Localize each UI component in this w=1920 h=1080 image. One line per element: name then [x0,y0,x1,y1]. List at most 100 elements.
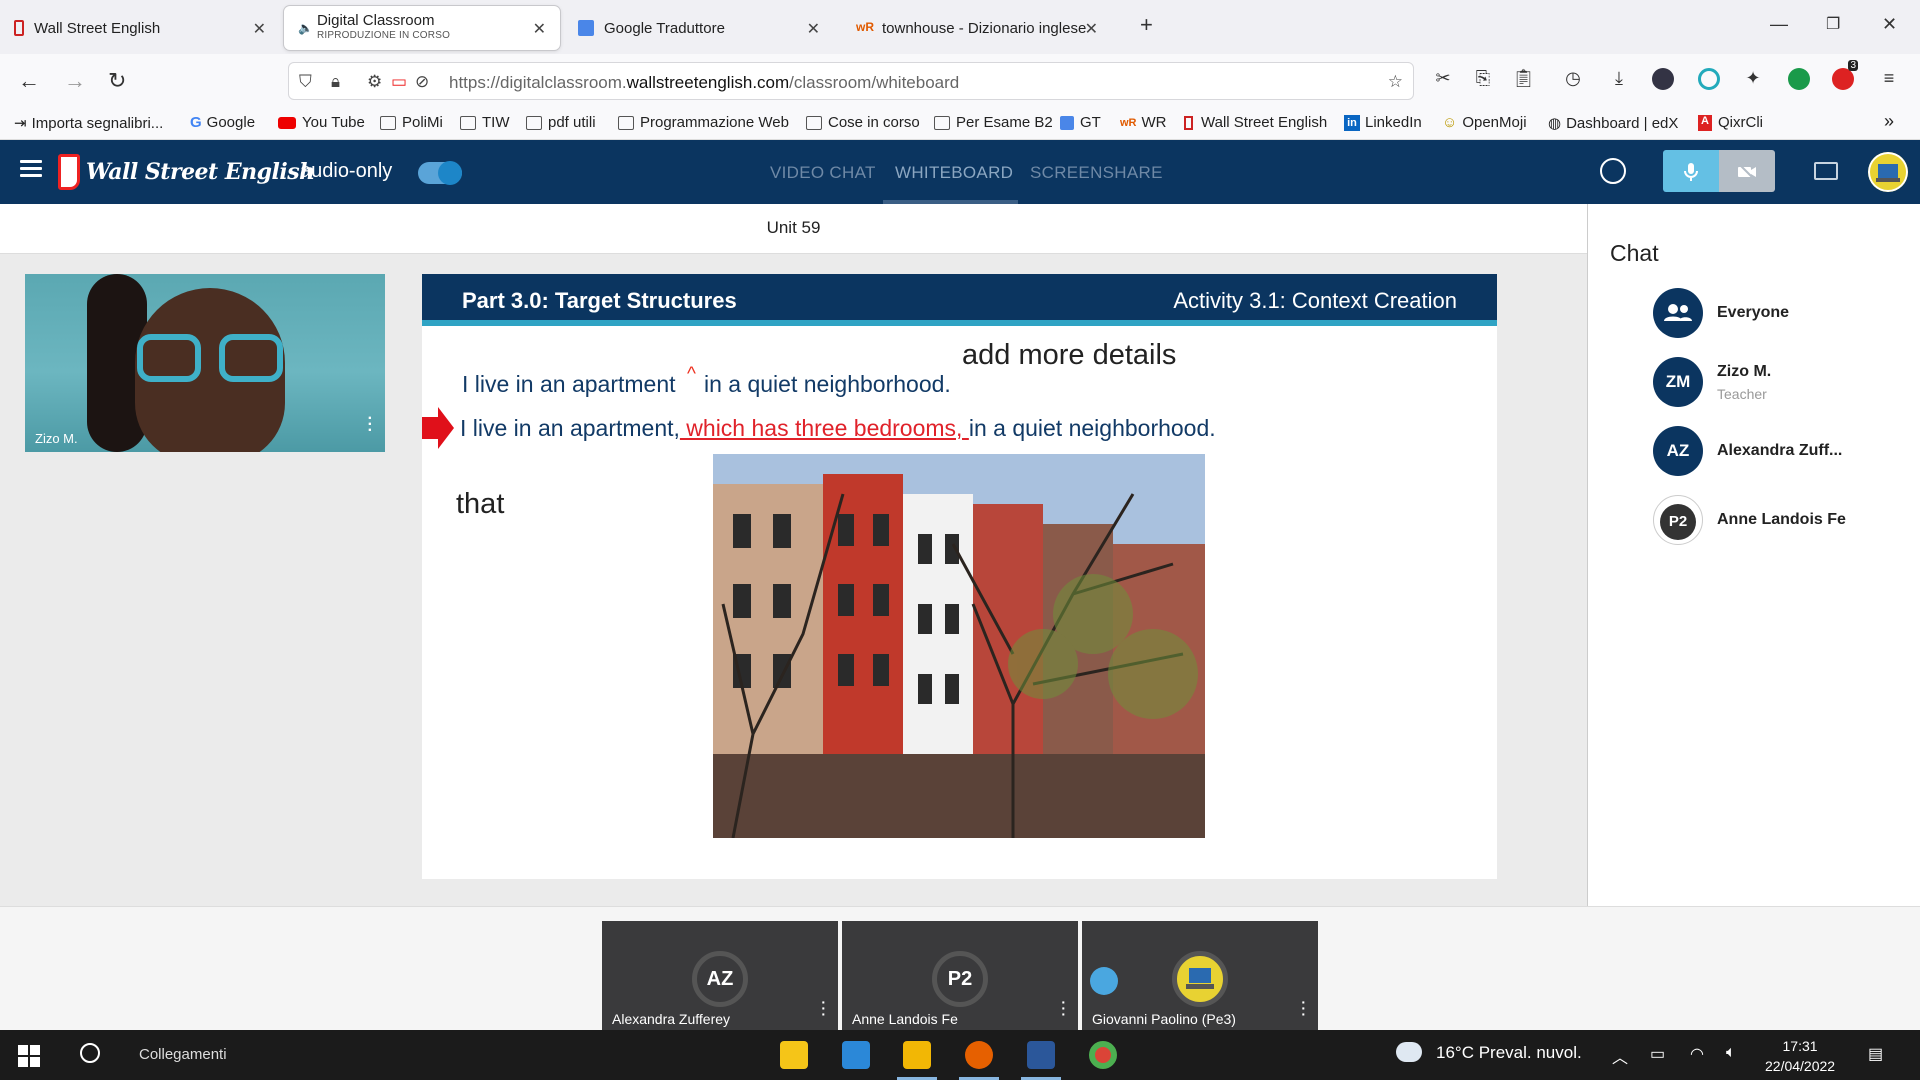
app-header: Wall Street English audio-only VIDEO CHA… [0,140,1920,204]
clipboard-icon[interactable]: 📋︎ [1512,68,1535,90]
extension-icon[interactable] [1652,68,1674,90]
wordreference-icon: wR [856,20,874,34]
chrome-icon[interactable] [1089,1041,1117,1069]
url-text[interactable]: https://digitalclassroom.wallstreetengli… [449,73,959,93]
browser-tab-strip: Wall Street English ✕ 🔈 Digital Classroo… [0,0,1920,54]
hamburger-menu-icon[interactable] [20,160,42,178]
bookmark-edx[interactable]: ◍ Dashboard | edX [1548,114,1678,133]
microphone-button[interactable] [1663,150,1719,192]
copy-icon[interactable]: ⎘ [1472,68,1494,90]
extension-ring-icon[interactable] [1698,68,1720,90]
bookmark-import[interactable]: ⇥ Importa segnalibri... [14,114,163,133]
chat-entry-teacher[interactable]: ZM Zizo M. Teacher [1653,357,1913,409]
volume-icon[interactable]: 🔈︎ [1726,1044,1736,1062]
video-options-icon[interactable]: · · · [368,411,373,439]
chat-bubble-icon[interactable] [1814,162,1838,180]
weather-text[interactable]: 16°C Preval. nuvol. [1436,1043,1582,1063]
extension-green-icon[interactable] [1788,68,1810,90]
extension-bug-icon[interactable]: ✦ [1742,68,1764,90]
app-menu-icon[interactable]: ≡ [1878,68,1900,90]
notifications-icon[interactable]: ▤ [1868,1044,1883,1064]
bookmark-star-icon[interactable]: ☆ [1388,72,1403,92]
close-window-icon[interactable]: ✕ [1882,14,1897,35]
sticky-notes-icon[interactable] [780,1041,808,1069]
bookmark-openmoji[interactable]: ☺ OpenMoji [1442,114,1527,131]
browser-tab-wse[interactable]: Wall Street English ✕ [0,6,280,50]
tab-screenshare[interactable]: SCREENSHARE [1030,163,1163,183]
browser-tab-digital-classroom[interactable]: 🔈 Digital Classroom RIPRODUZIONE IN CORS… [284,6,560,50]
alarm-clock-icon[interactable] [1600,158,1626,184]
clock-time: 17:31 [1782,1038,1818,1054]
bookmark-tiw[interactable]: TIW [460,114,510,131]
whiteboard-slide[interactable]: Part 3.0: Target Structures Activity 3.1… [422,274,1497,879]
participant-options-icon[interactable]: · · · [1061,995,1066,1021]
bookmark-wr[interactable]: wR WR [1120,114,1167,131]
mail-icon[interactable] [842,1041,870,1069]
firefox-icon[interactable] [959,1041,999,1080]
system-clock[interactable]: 17:31 22/04/2022 [1765,1036,1835,1076]
participant-tile-anne[interactable]: P2 Anne Landois Fe · · · [842,921,1078,1031]
bookmark-cose-in-corso[interactable]: Cose in corso [806,114,920,131]
participant-name: Giovanni Paolino (Pe3) [1092,1011,1236,1027]
browser-tab-wordreference[interactable]: wR townhouse - Dizionario inglese ✕ [842,6,1112,50]
file-explorer-icon[interactable] [897,1041,937,1080]
show-hidden-icons-icon[interactable]: ︿ [1612,1044,1628,1068]
restore-icon[interactable]: ❐ [1826,14,1840,34]
bookmark-gt[interactable]: GT [1060,114,1101,131]
minimize-icon[interactable]: — [1770,14,1788,35]
bookmark-polimi[interactable]: PoliMi [380,114,443,131]
taskbar-links-label[interactable]: Collegamenti [139,1046,227,1063]
participant-tile-alexandra[interactable]: AZ Alexandra Zufferey · · · [602,921,838,1031]
bookmark-per-esame-b2[interactable]: Per Esame B2 [934,114,1053,131]
battery-icon[interactable]: ▭ [1650,1044,1665,1064]
forward-icon[interactable]: → [64,68,86,94]
shield-icon[interactable]: ⛉ [299,72,312,92]
unit-title-bar: Unit 59 [0,204,1587,254]
participant-options-icon[interactable]: · · · [821,995,826,1021]
url-bar[interactable]: ⛉ 🔒︎ ⚙ ▭ ⊘ https://digitalclassroom.wall… [288,62,1414,100]
more-bookmarks-icon[interactable]: » [1884,111,1894,132]
audio-only-toggle[interactable] [418,161,462,185]
search-icon[interactable] [80,1043,100,1063]
annotation-caret: ^ [687,364,696,385]
close-tab-icon[interactable]: ✕ [533,19,546,39]
bookmark-linkedin[interactable]: in LinkedIn [1344,114,1422,131]
bookmark-pdf-utili[interactable]: pdf utili [526,114,596,131]
close-tab-icon[interactable]: ✕ [807,19,820,39]
history-icon[interactable]: ◷ [1562,68,1584,90]
new-tab-icon[interactable]: + [1140,12,1153,38]
wifi-icon[interactable]: ◠ [1690,1044,1704,1064]
speaker-icon[interactable]: 🔈 [298,21,313,35]
cut-icon[interactable]: ✂ [1432,68,1454,90]
camera-button[interactable] [1719,150,1775,192]
close-tab-icon[interactable]: ✕ [1085,19,1098,39]
chat-entry-everyone[interactable]: Everyone [1653,288,1913,340]
tab-title: Google Traduttore [604,19,725,37]
participant-tile-giovanni[interactable]: Giovanni Paolino (Pe3) · · · [1082,921,1318,1031]
permissions-icon[interactable]: ⚙ [367,72,382,92]
bookmark-wall-street-english[interactable]: Wall Street English [1184,114,1327,131]
windows-start-icon[interactable] [18,1045,40,1067]
word-icon[interactable] [1021,1041,1061,1080]
browser-tab-google-translate[interactable]: Google Traduttore ✕ [564,6,834,50]
download-icon[interactable]: ⤓ [1608,68,1630,90]
tab-video-chat[interactable]: VIDEO CHAT [770,163,876,183]
close-tab-icon[interactable]: ✕ [253,19,266,39]
lock-icon[interactable]: 🔒︎ [331,72,340,92]
tab-whiteboard[interactable]: WHITEBOARD [895,163,1013,183]
bookmark-qixrcli[interactable]: A QixrCli [1698,114,1763,131]
chat-panel: Chat Everyone ZM Zizo M. Teacher AZ Alex… [1587,204,1920,906]
participant-options-icon[interactable]: · · · [1301,995,1306,1021]
chat-entry-alexandra[interactable]: AZ Alexandra Zuff... [1653,426,1913,478]
reload-icon[interactable]: ↻ [108,68,126,94]
bookmark-google[interactable]: G Google [190,114,255,131]
extension-badge-icon[interactable]: 3 [1832,60,1858,90]
teacher-video-tile[interactable]: Zizo M. · · · [25,274,385,452]
chat-entry-anne[interactable]: P2 Anne Landois Fe [1653,495,1913,547]
camera-blocked-icon[interactable]: ▭ [391,72,407,92]
bookmark-youtube[interactable]: You Tube [278,114,365,131]
user-avatar[interactable] [1868,152,1908,192]
mic-blocked-icon[interactable]: ⊘ [415,72,429,92]
back-icon[interactable]: ← [18,68,40,94]
bookmark-programmazione-web[interactable]: Programmazione Web [618,114,789,131]
